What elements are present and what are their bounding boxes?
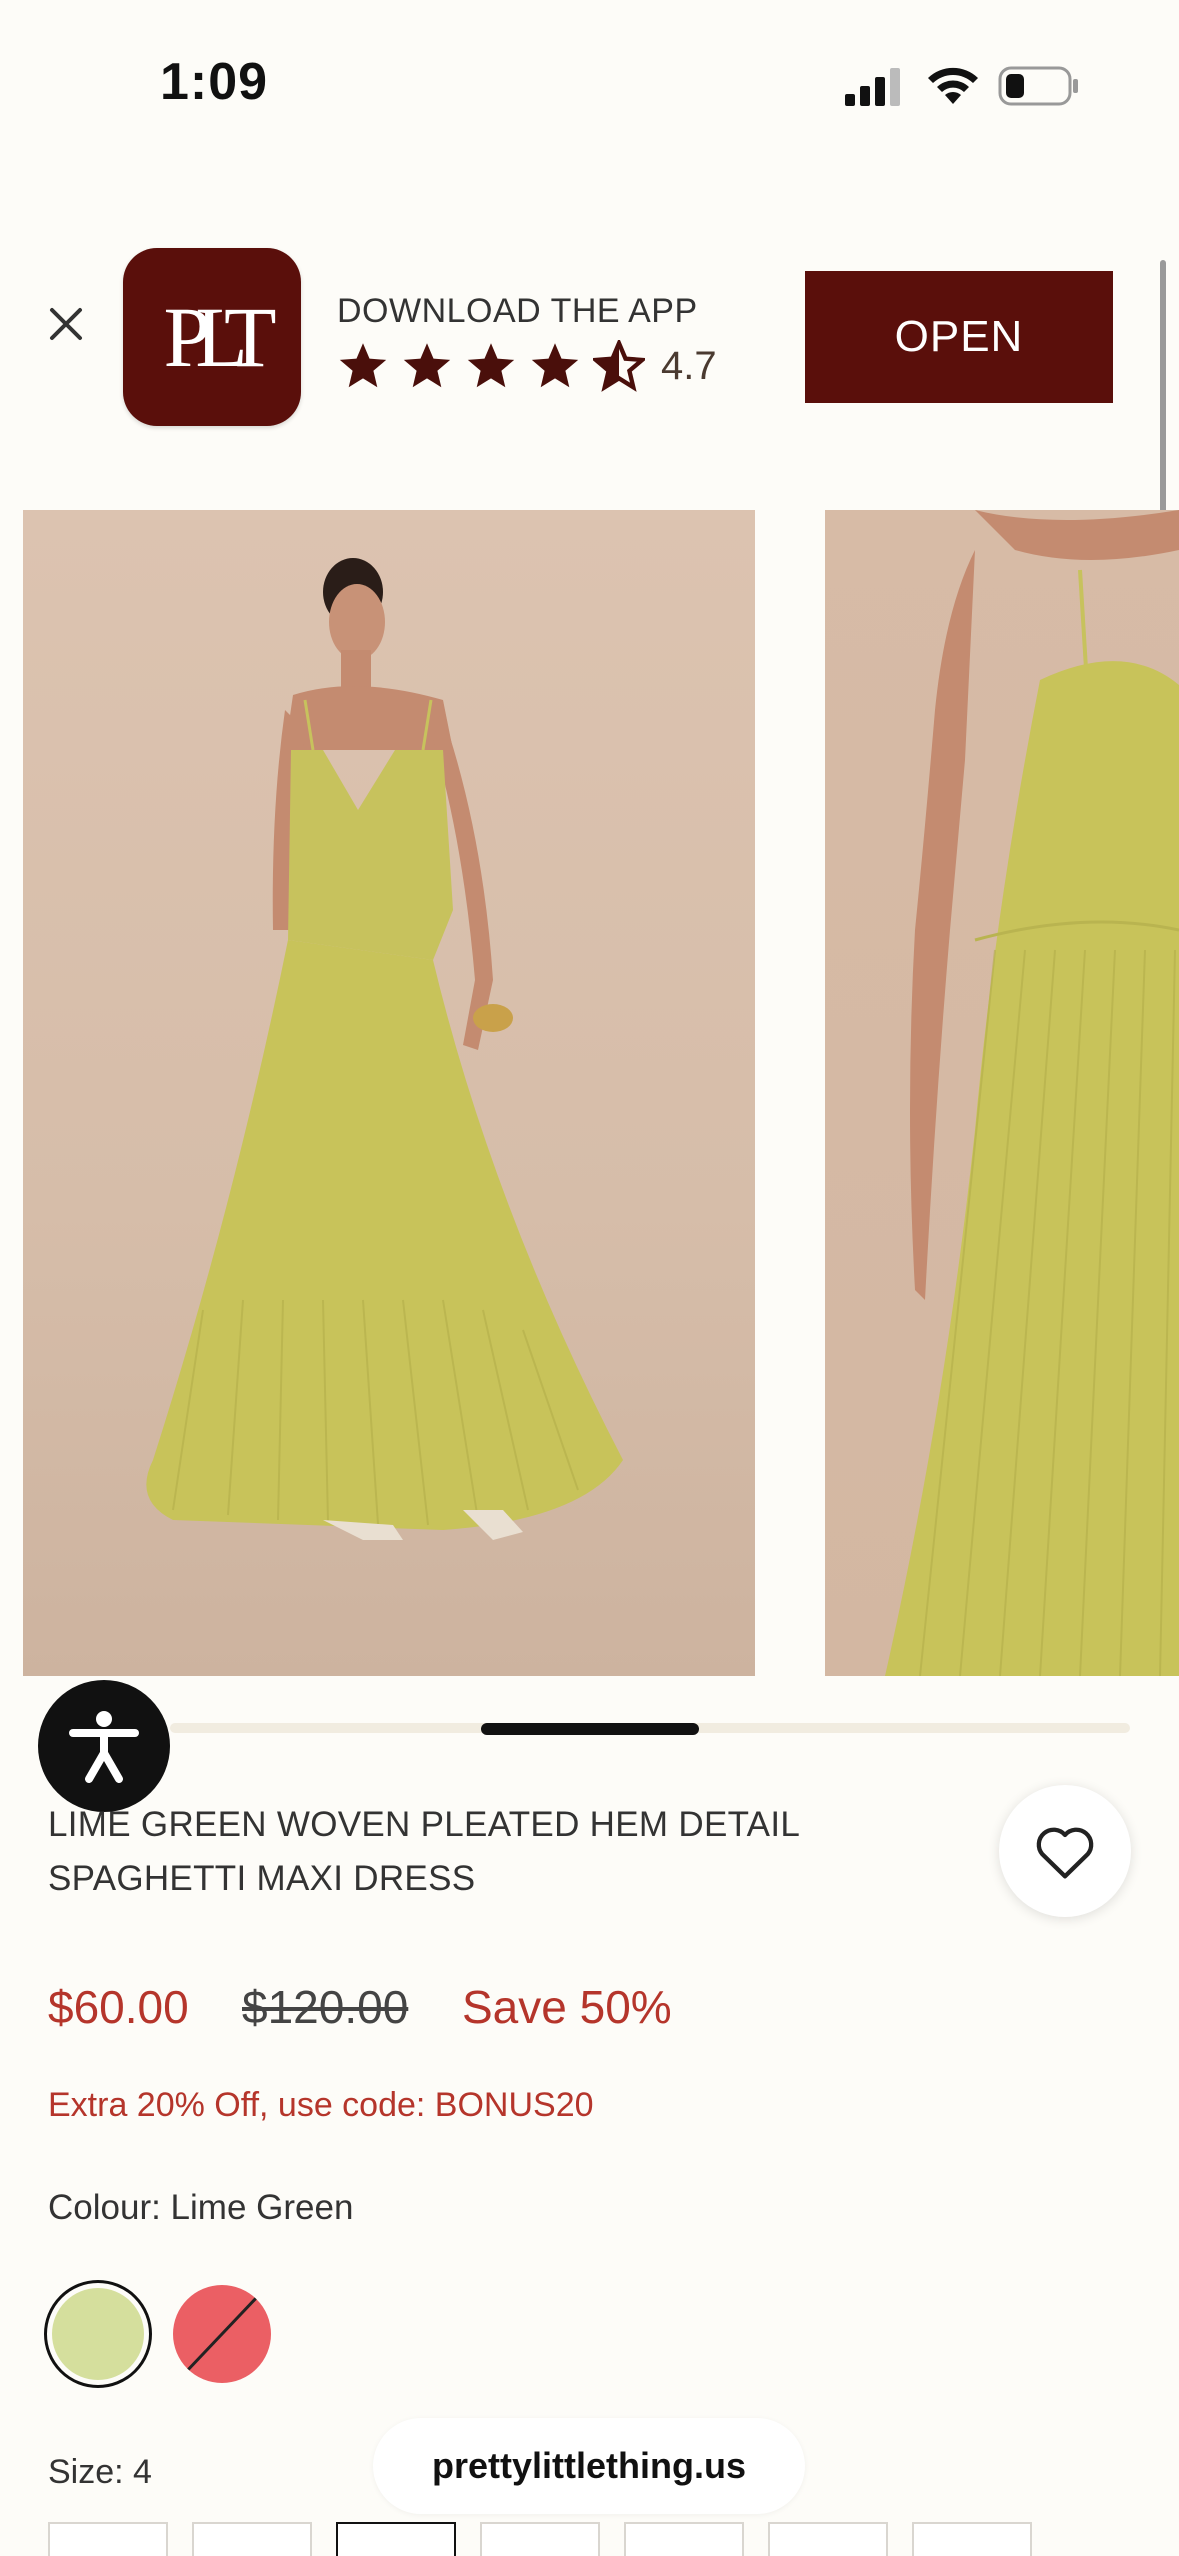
browser-url-bar[interactable]: prettylittlething.us (373, 2418, 805, 2514)
colour-label: Colour: Lime Green (48, 2188, 354, 2227)
signal-icon (845, 68, 900, 106)
savings-label: Save 50% (462, 1981, 672, 2033)
size-option[interactable] (768, 2522, 888, 2556)
status-time: 1:09 (160, 53, 269, 111)
carousel-thumb[interactable] (481, 1723, 699, 1735)
size-option[interactable] (912, 2522, 1032, 2556)
wifi-icon (928, 67, 978, 104)
size-option[interactable] (48, 2522, 168, 2556)
app-logo: PLT (123, 248, 301, 426)
size-option[interactable] (624, 2522, 744, 2556)
half-star-icon (593, 340, 645, 392)
wishlist-button[interactable] (999, 1785, 1131, 1917)
size-option-selected[interactable] (336, 2522, 456, 2556)
size-option[interactable] (480, 2522, 600, 2556)
star-icon (531, 343, 579, 388)
product-title: LIME GREEN WOVEN PLEATED HEM DETAIL SPAG… (48, 1805, 799, 1898)
banner-title: DOWNLOAD THE APP (337, 292, 698, 330)
product-image-1[interactable] (23, 510, 755, 1676)
model-front-illustration (146, 558, 624, 1540)
swatch-lime-green-fill (52, 2288, 144, 2380)
unavailable-slash-icon (183, 2293, 261, 2375)
size-label: Size: 4 (48, 2453, 152, 2491)
original-price: $120.00 (242, 1981, 409, 2033)
logo-letters: PLT (163, 289, 277, 385)
product-image-2[interactable] (825, 510, 1179, 1676)
model-side-illustration (885, 510, 1179, 1676)
heart-icon (1036, 1827, 1094, 1879)
accessibility-icon (69, 1711, 139, 1783)
size-option[interactable] (192, 2522, 312, 2556)
rating-value: 4.7 (661, 343, 717, 388)
swatch-lime-green[interactable] (44, 2280, 152, 2388)
accessibility-button[interactable] (38, 1680, 170, 1812)
open-app-button[interactable]: OPEN (805, 271, 1113, 403)
star-icon (339, 343, 387, 388)
star-icon (403, 343, 451, 388)
sale-price: $60.00 (48, 1981, 189, 2033)
battery-icon (998, 66, 1078, 106)
swatch-red-unavailable[interactable] (173, 2285, 271, 2383)
close-icon[interactable] (42, 300, 90, 348)
rating-stars: 4.7 (337, 340, 717, 392)
promo-code: Extra 20% Off, use code: BONUS20 (48, 2086, 594, 2124)
star-icon (467, 343, 515, 388)
